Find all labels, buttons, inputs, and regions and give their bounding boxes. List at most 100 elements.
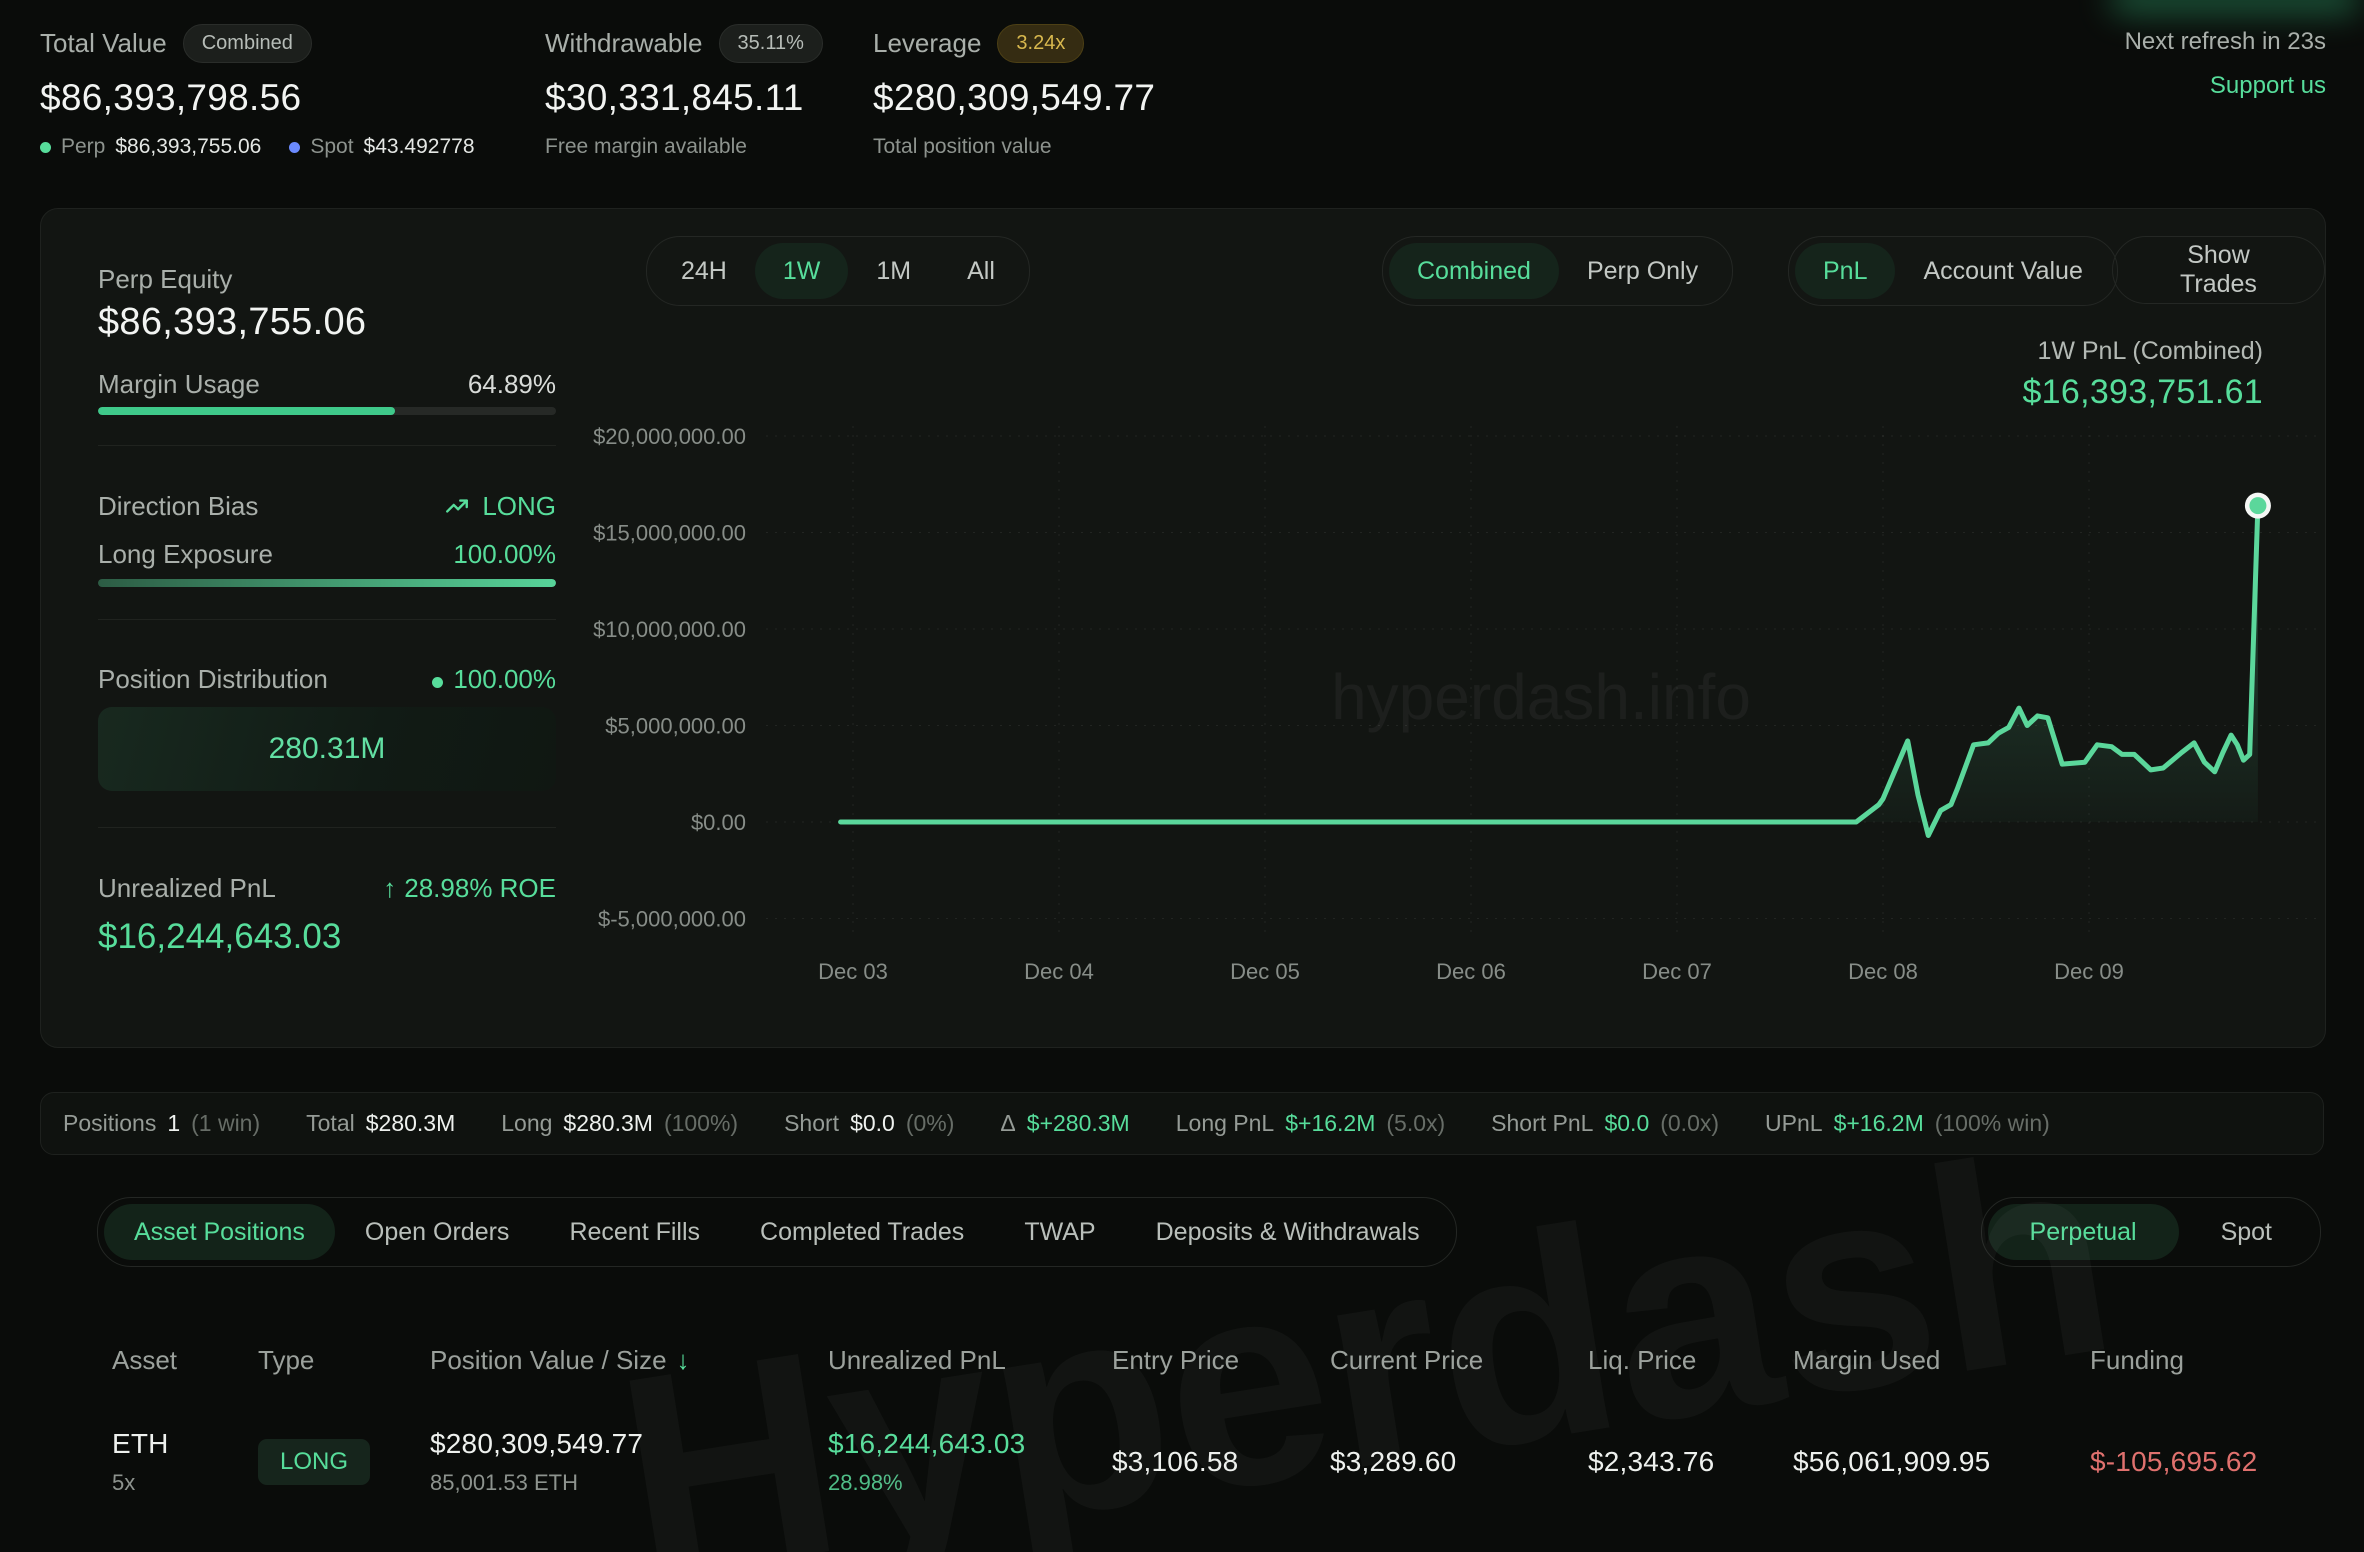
position-distribution-pct: 100.00% xyxy=(432,664,556,695)
summary-value: $0.0 xyxy=(1604,1110,1649,1137)
legend-value: $86,393,755.06 xyxy=(115,135,261,159)
legend-label: Spot xyxy=(310,135,353,159)
column-header-margin-used[interactable]: Margin Used xyxy=(1793,1345,2090,1376)
column-header-entry-price[interactable]: Entry Price xyxy=(1112,1345,1330,1376)
total-value-stat: Total Value Combined $86,393,798.56 Perp… xyxy=(40,24,493,159)
leverage-stat: Leverage 3.24x $280,309,549.77 Total pos… xyxy=(873,24,1155,159)
column-label: Type xyxy=(258,1345,314,1376)
x-axis-tick: Dec 08 xyxy=(1848,959,1918,984)
metric-account-value[interactable]: Account Value xyxy=(1895,243,2110,299)
cell-main: $56,061,909.95 xyxy=(1793,1446,2090,1478)
cell-main: $280,309,549.77 xyxy=(430,1428,828,1460)
tab-spot[interactable]: Spot xyxy=(2179,1204,2314,1260)
positions-summary-bar: Positions1(1 win)Total$280.3MLong$280.3M… xyxy=(40,1092,2324,1155)
tab-asset-positions[interactable]: Asset Positions xyxy=(104,1204,335,1260)
entry-price-cell: $3,106.58 xyxy=(1112,1446,1330,1478)
total-value-label: Total Value xyxy=(40,28,167,59)
x-axis-tick: Dec 09 xyxy=(2054,959,2124,984)
summary-item-long: Long$280.3M(100%) xyxy=(501,1110,738,1137)
tab-recent-fills[interactable]: Recent Fills xyxy=(539,1204,730,1260)
unrealized-pnl-label: Unrealized PnL xyxy=(98,873,276,904)
scope-selector: CombinedPerp Only xyxy=(1382,236,1733,306)
tab-deposits-withdrawals[interactable]: Deposits & Withdrawals xyxy=(1126,1204,1450,1260)
column-label: Funding xyxy=(2090,1345,2184,1376)
column-label: Position Value / Size xyxy=(430,1345,667,1376)
column-header-funding[interactable]: Funding xyxy=(2090,1345,2324,1376)
x-axis-tick: Dec 04 xyxy=(1024,959,1094,984)
refresh-countdown: Next refresh in 23s xyxy=(2125,28,2326,56)
tab-open-orders[interactable]: Open Orders xyxy=(335,1204,540,1260)
time-range-selector: 24H1W1MAll xyxy=(646,236,1030,306)
direction-bias-value: LONG xyxy=(442,491,556,522)
column-label: Liq. Price xyxy=(1588,1345,1696,1376)
summary-label: Short xyxy=(784,1110,839,1137)
column-header-type[interactable]: Type xyxy=(258,1345,430,1376)
support-us-link[interactable]: Support us xyxy=(2210,72,2326,100)
summary-label: UPnL xyxy=(1765,1110,1823,1137)
position-row-eth[interactable]: ETH5xLONG$280,309,549.7785,001.53 ETH$16… xyxy=(40,1428,2324,1496)
leverage-badge: 3.24x xyxy=(997,24,1084,63)
column-header-asset[interactable]: Asset xyxy=(112,1345,258,1376)
metric-pnl[interactable]: PnL xyxy=(1795,243,1895,299)
summary-item-short: Short$0.0(0%) xyxy=(784,1110,954,1137)
column-header-unrealized-pnl[interactable]: Unrealized PnL xyxy=(828,1345,1112,1376)
summary-item-: Δ$+280.3M xyxy=(1000,1110,1129,1137)
summary-value: $0.0 xyxy=(850,1110,895,1137)
roe-value: ↑28.98% ROE xyxy=(383,873,556,904)
x-axis-tick: Dec 06 xyxy=(1436,959,1506,984)
withdrawable-label: Withdrawable xyxy=(545,28,703,59)
range-all[interactable]: All xyxy=(939,243,1023,299)
column-header-liq-price[interactable]: Liq. Price xyxy=(1588,1345,1793,1376)
x-axis-tick: Dec 07 xyxy=(1642,959,1712,984)
pnl-line-chart[interactable]: hyperdash.info Dec 03Dec 04Dec 05Dec 06D… xyxy=(561,401,2341,1001)
tab-perpetual[interactable]: Perpetual xyxy=(1988,1204,2179,1260)
cell-sub: 85,001.53 ETH xyxy=(430,1470,828,1496)
unrealized-pnl-value: $16,244,643.03 xyxy=(98,917,341,956)
metric-selector: PnLAccount Value xyxy=(1788,236,2118,306)
range-1w[interactable]: 1W xyxy=(755,243,849,299)
long-exposure-bar xyxy=(98,579,556,587)
show-trades-button[interactable]: Show Trades xyxy=(2112,236,2325,304)
blue-dot-icon xyxy=(289,142,300,153)
perp-equity-value: $86,393,755.06 xyxy=(98,301,366,343)
legend-item-perp: Perp $86,393,755.06 xyxy=(40,135,261,159)
tab-completed-trades[interactable]: Completed Trades xyxy=(730,1204,994,1260)
summary-item-long-pnl: Long PnL$+16.2M(5.0x) xyxy=(1176,1110,1445,1137)
summary-value: $+16.2M xyxy=(1285,1110,1375,1137)
summary-item-upnl: UPnL$+16.2M(100% win) xyxy=(1765,1110,2050,1137)
position-distribution-box[interactable]: 280.31M xyxy=(98,707,556,791)
chart-watermark: hyperdash.info xyxy=(1331,661,1751,733)
summary-item-short-pnl: Short PnL$0.0(0.0x) xyxy=(1491,1110,1719,1137)
arrow-up-icon: ↑ xyxy=(383,873,396,903)
cell-sub: 28.98% xyxy=(828,1470,1112,1496)
withdrawable-sub: Free margin available xyxy=(545,135,823,159)
direction-bias-label: Direction Bias xyxy=(98,491,258,522)
range-24h[interactable]: 24H xyxy=(653,243,755,299)
column-header-position-value-size[interactable]: Position Value / Size↓ xyxy=(430,1345,828,1376)
margin-usage-pct: 64.89% xyxy=(468,369,556,400)
column-header-current-price[interactable]: Current Price xyxy=(1330,1345,1588,1376)
range-1m[interactable]: 1M xyxy=(848,243,939,299)
long-exposure-fill xyxy=(98,579,556,587)
cell-main: ETH xyxy=(112,1428,258,1460)
x-axis-tick: Dec 05 xyxy=(1230,959,1300,984)
green-dot-icon xyxy=(432,677,443,688)
scope-combined[interactable]: Combined xyxy=(1389,243,1559,299)
column-label: Margin Used xyxy=(1793,1345,1940,1376)
trending-up-icon xyxy=(442,493,472,519)
summary-label: Positions xyxy=(63,1110,156,1137)
cell-main: $16,244,643.03 xyxy=(828,1428,1112,1460)
tab-twap[interactable]: TWAP xyxy=(994,1204,1125,1260)
withdrawable-stat: Withdrawable 35.11% $30,331,845.11 Free … xyxy=(545,24,823,159)
dashboard-page: Total Value Combined $86,393,798.56 Perp… xyxy=(0,0,2364,1552)
top-edge-glow xyxy=(2110,0,2360,14)
leverage-sub: Total position value xyxy=(873,135,1155,159)
funding-cell: $-105,695.62 xyxy=(2090,1446,2324,1478)
cell-main: $3,289.60 xyxy=(1330,1446,1588,1478)
table-header-row: Asset Type Position Value / Size↓Unrealize… xyxy=(40,1345,2324,1376)
legend-label: Perp xyxy=(61,135,105,159)
scope-perp-only[interactable]: Perp Only xyxy=(1559,243,1726,299)
column-label: Asset xyxy=(112,1345,177,1376)
column-label: Unrealized PnL xyxy=(828,1345,1006,1376)
position-distribution-value: 280.31M xyxy=(269,732,386,766)
